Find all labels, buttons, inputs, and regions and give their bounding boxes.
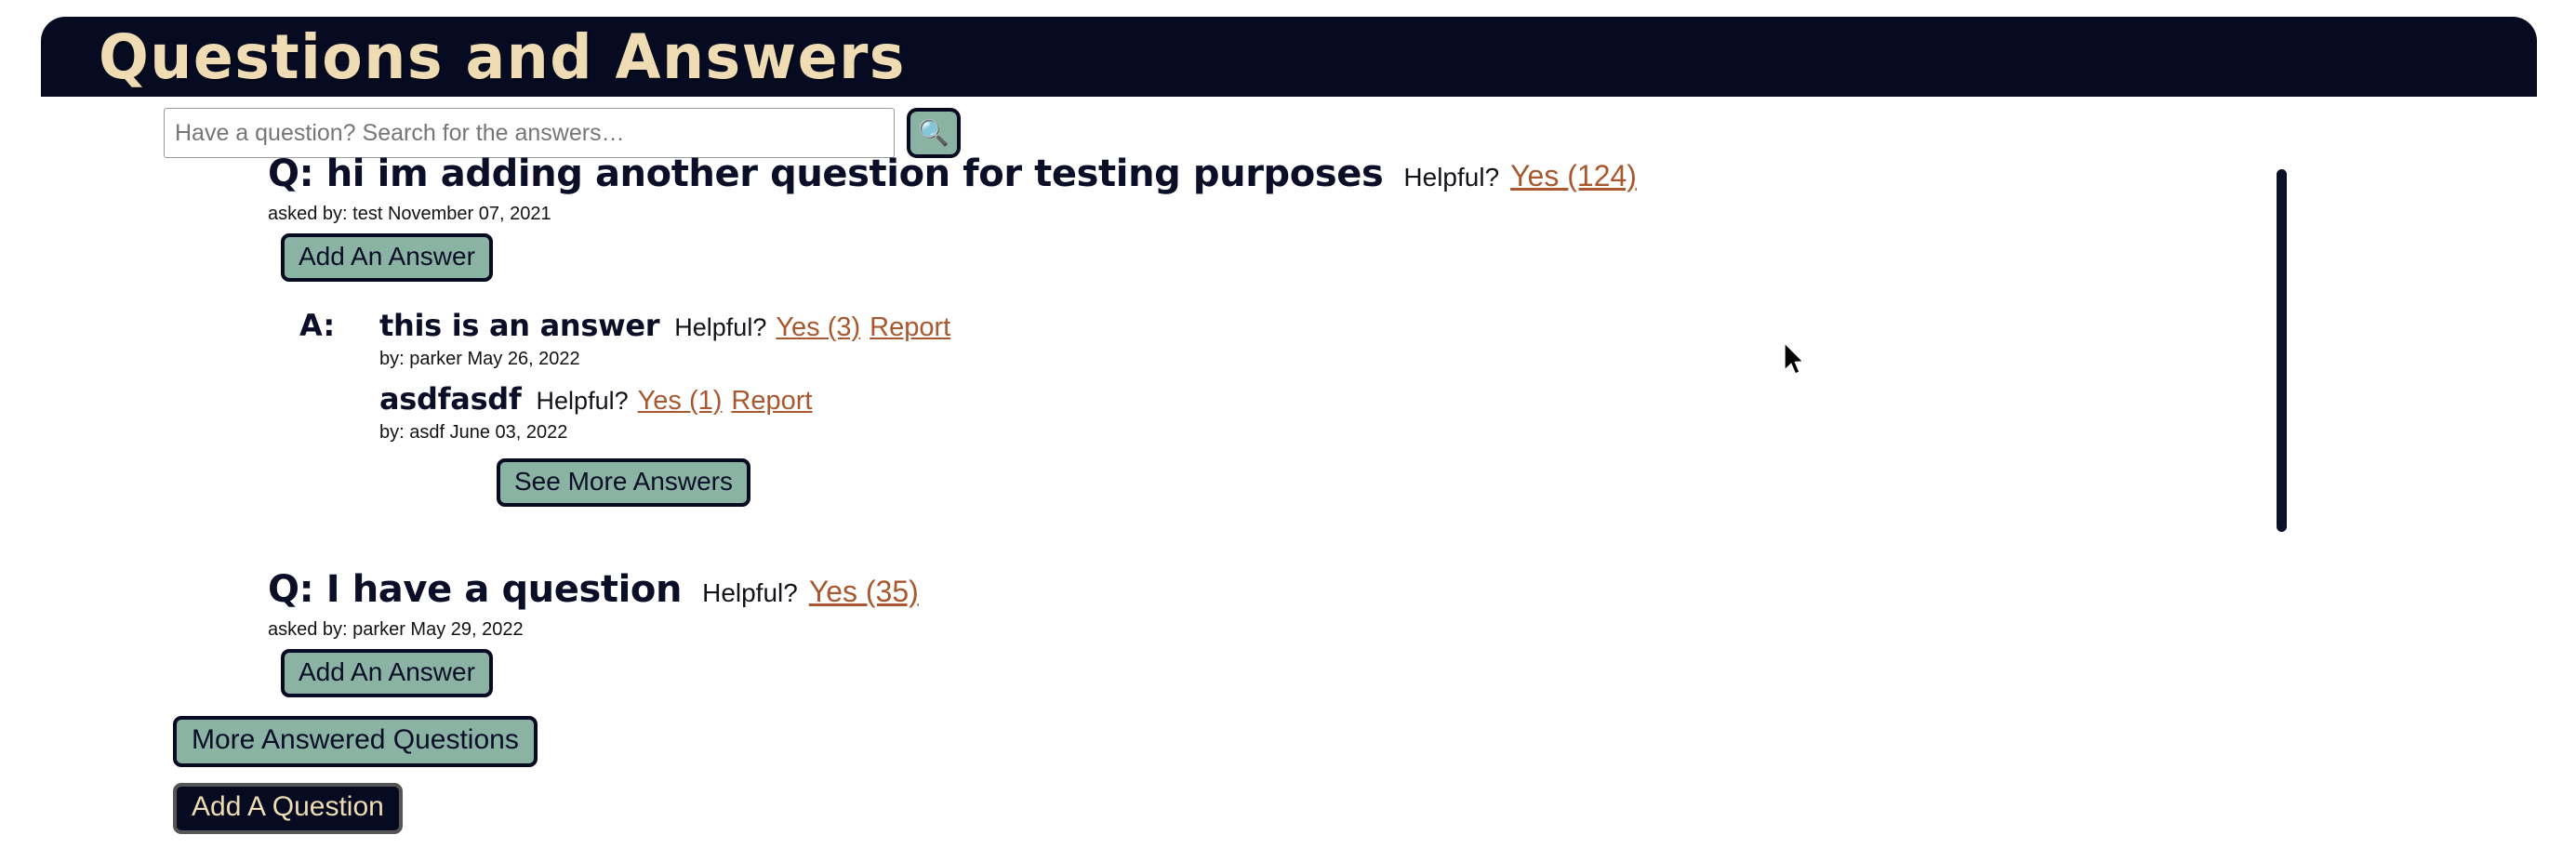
answer-report-link[interactable]: Report [731,386,812,417]
question-block: Q: I have a question Helpful? Yes (35) a… [0,564,2288,697]
answer-helpful-yes-link[interactable]: Yes (1) [638,386,723,417]
answer-prefix-label: A: [299,308,336,343]
scrollbar-thumb[interactable] [2277,169,2287,532]
see-more-answers-button[interactable]: See More Answers [497,458,750,507]
add-a-question-button[interactable]: Add A Question [173,783,403,834]
answer-meta: by: asdf June 03, 2022 [379,422,568,443]
answer-helpful-label: Helpful? [674,313,767,341]
answer-helpful-label: Helpful? [536,387,629,415]
answer-item: this is an answer Helpful? Yes (3) Repor… [379,306,2288,370]
answer-meta: by: parker May 26, 2022 [379,349,580,369]
add-an-answer-button[interactable]: Add An Answer [281,233,493,282]
answer-headline: asdfasdf Helpful? Yes (1) Report [379,379,2288,418]
question-block: Q: hi im adding another question for tes… [0,149,2288,507]
search-icon: 🔍 [918,118,949,147]
add-an-answer-button[interactable]: Add An Answer [281,649,493,697]
answer-headline: this is an answer Helpful? Yes (3) Repor… [379,306,2288,345]
answer-text: asdfasdf [379,381,522,417]
question-actions: Add An Answer [0,649,2288,697]
question-headline: Q: hi im adding another question for tes… [0,149,2288,199]
question-text: Q: I have a question [268,568,683,611]
answer-report-link[interactable]: Report [870,312,950,343]
more-answered-questions-button[interactable]: More Answered Questions [173,716,538,767]
footer-actions: More Answered Questions Add A Question [173,716,538,834]
answers-column: this is an answer Helpful? Yes (3) Repor… [268,306,2288,507]
answer-helpful-yes-link[interactable]: Yes (3) [776,312,860,343]
qa-page: Questions and Answers 🔍 Q: hi im adding … [0,0,2576,848]
see-more-row: See More Answers [379,458,2288,507]
question-text: Q: hi im adding another question for tes… [268,152,1384,195]
question-meta: asked by: test November 07, 2021 [268,204,551,224]
question-meta: asked by: parker May 29, 2022 [268,619,524,640]
questions-list: Q: hi im adding another question for tes… [0,149,2288,697]
page-title: Questions and Answers [99,21,906,93]
header-banner: Questions and Answers [41,17,2537,97]
question-actions: Add An Answer [0,233,2288,282]
question-helpful-yes-link[interactable]: Yes (124) [1510,159,1637,193]
answers-section: A: this is an answer Helpful? Yes (3) Re… [0,306,2288,507]
answer-text: this is an answer [379,308,660,343]
question-helpful-yes-link[interactable]: Yes (35) [809,575,919,609]
scrollbar-track[interactable] [2275,149,2290,550]
question-helpful-label: Helpful? [702,578,798,607]
question-headline: Q: I have a question Helpful? Yes (35) [0,564,2288,615]
question-helpful-label: Helpful? [1403,163,1500,192]
answer-item: asdfasdf Helpful? Yes (1) Report by: asd… [379,379,2288,444]
